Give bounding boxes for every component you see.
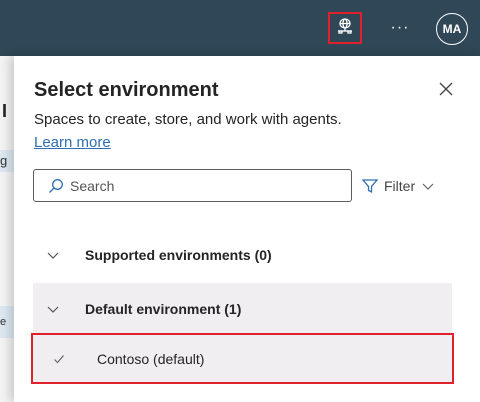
search-input[interactable]	[70, 177, 330, 194]
more-options-button[interactable]: ···	[388, 16, 412, 40]
select-environment-panel: Select environment Spaces to create, sto…	[14, 56, 480, 402]
search-box[interactable]	[33, 169, 352, 202]
globe-network-icon	[336, 17, 354, 40]
panel-title: Select environment	[34, 79, 219, 101]
chevron-down-icon	[422, 180, 434, 192]
search-icon	[48, 178, 64, 194]
top-app-bar: ··· MA	[0, 0, 480, 56]
user-avatar[interactable]: MA	[436, 13, 468, 45]
close-icon	[439, 82, 453, 101]
group-label: Default environment (1)	[85, 301, 242, 317]
filter-icon	[362, 178, 378, 194]
chevron-down-icon	[47, 249, 59, 261]
background-text-fragment: I	[2, 101, 8, 121]
group-label: Supported environments (0)	[85, 247, 272, 263]
learn-more-link[interactable]: Learn more	[34, 134, 111, 151]
group-default-environment[interactable]: Default environment (1)	[33, 283, 452, 335]
filter-button[interactable]: Filter	[362, 174, 434, 198]
panel-description: Spaces to create, store, and work with a…	[34, 111, 342, 128]
filter-label: Filter	[384, 178, 416, 194]
close-button[interactable]	[436, 81, 456, 101]
chevron-down-icon	[47, 303, 59, 315]
checkmark-icon	[53, 353, 65, 365]
environment-item-label: Contoso (default)	[97, 351, 205, 367]
environment-item-contoso[interactable]: Contoso (default)	[33, 335, 452, 383]
environment-button[interactable]	[328, 12, 362, 44]
group-supported-environments[interactable]: Supported environments (0)	[33, 229, 452, 281]
